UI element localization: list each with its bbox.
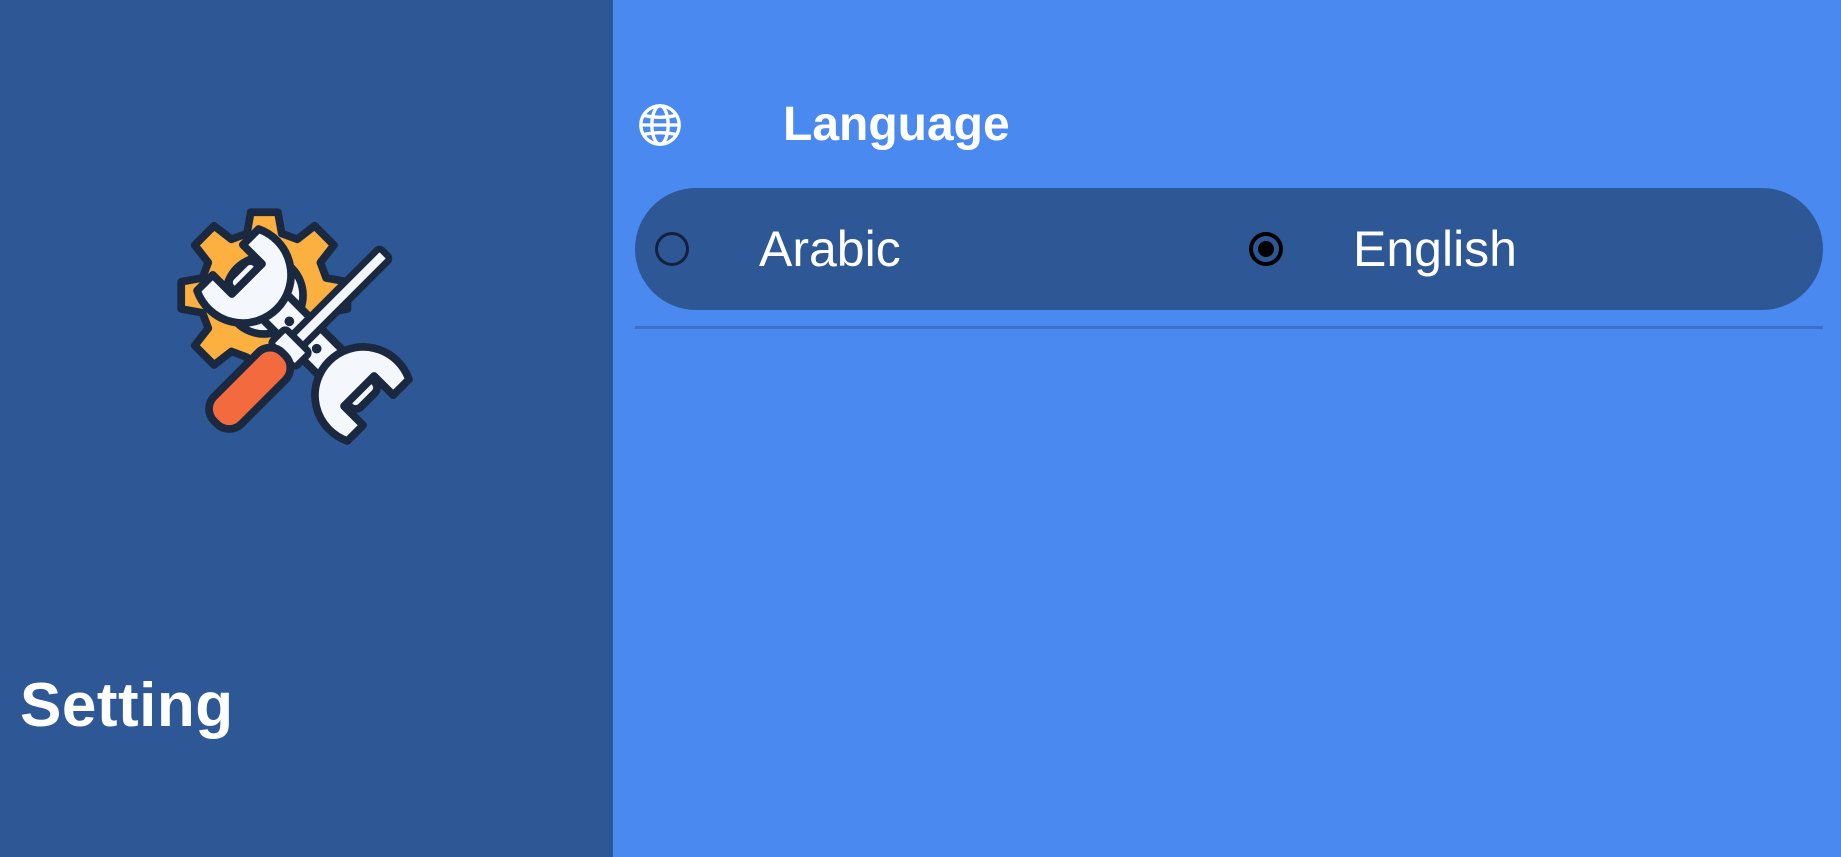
radio-button-arabic[interactable] (655, 232, 689, 266)
settings-screen: Setting Language Arabic English (0, 0, 1841, 857)
language-section-title: Language (783, 98, 1010, 151)
language-option-english[interactable]: English (1229, 188, 1823, 310)
sidebar: Setting (0, 0, 613, 857)
globe-icon (639, 104, 681, 146)
main-panel: Language Arabic English (613, 0, 1841, 857)
language-option-arabic[interactable]: Arabic (635, 188, 1225, 310)
language-section-header: Language (637, 95, 1010, 155)
language-options-group: Arabic English (635, 188, 1823, 310)
radio-button-english[interactable] (1249, 232, 1283, 266)
language-option-label-arabic: Arabic (759, 221, 901, 277)
settings-tools-icon (158, 190, 448, 480)
language-option-label-english: English (1353, 221, 1517, 277)
sidebar-title: Setting (20, 671, 234, 740)
section-divider (635, 326, 1823, 329)
